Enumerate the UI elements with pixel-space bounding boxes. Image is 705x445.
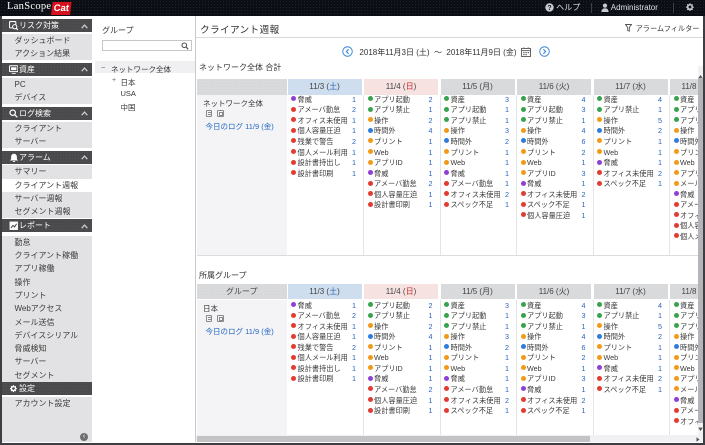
- svg-text:?: ?: [547, 5, 551, 12]
